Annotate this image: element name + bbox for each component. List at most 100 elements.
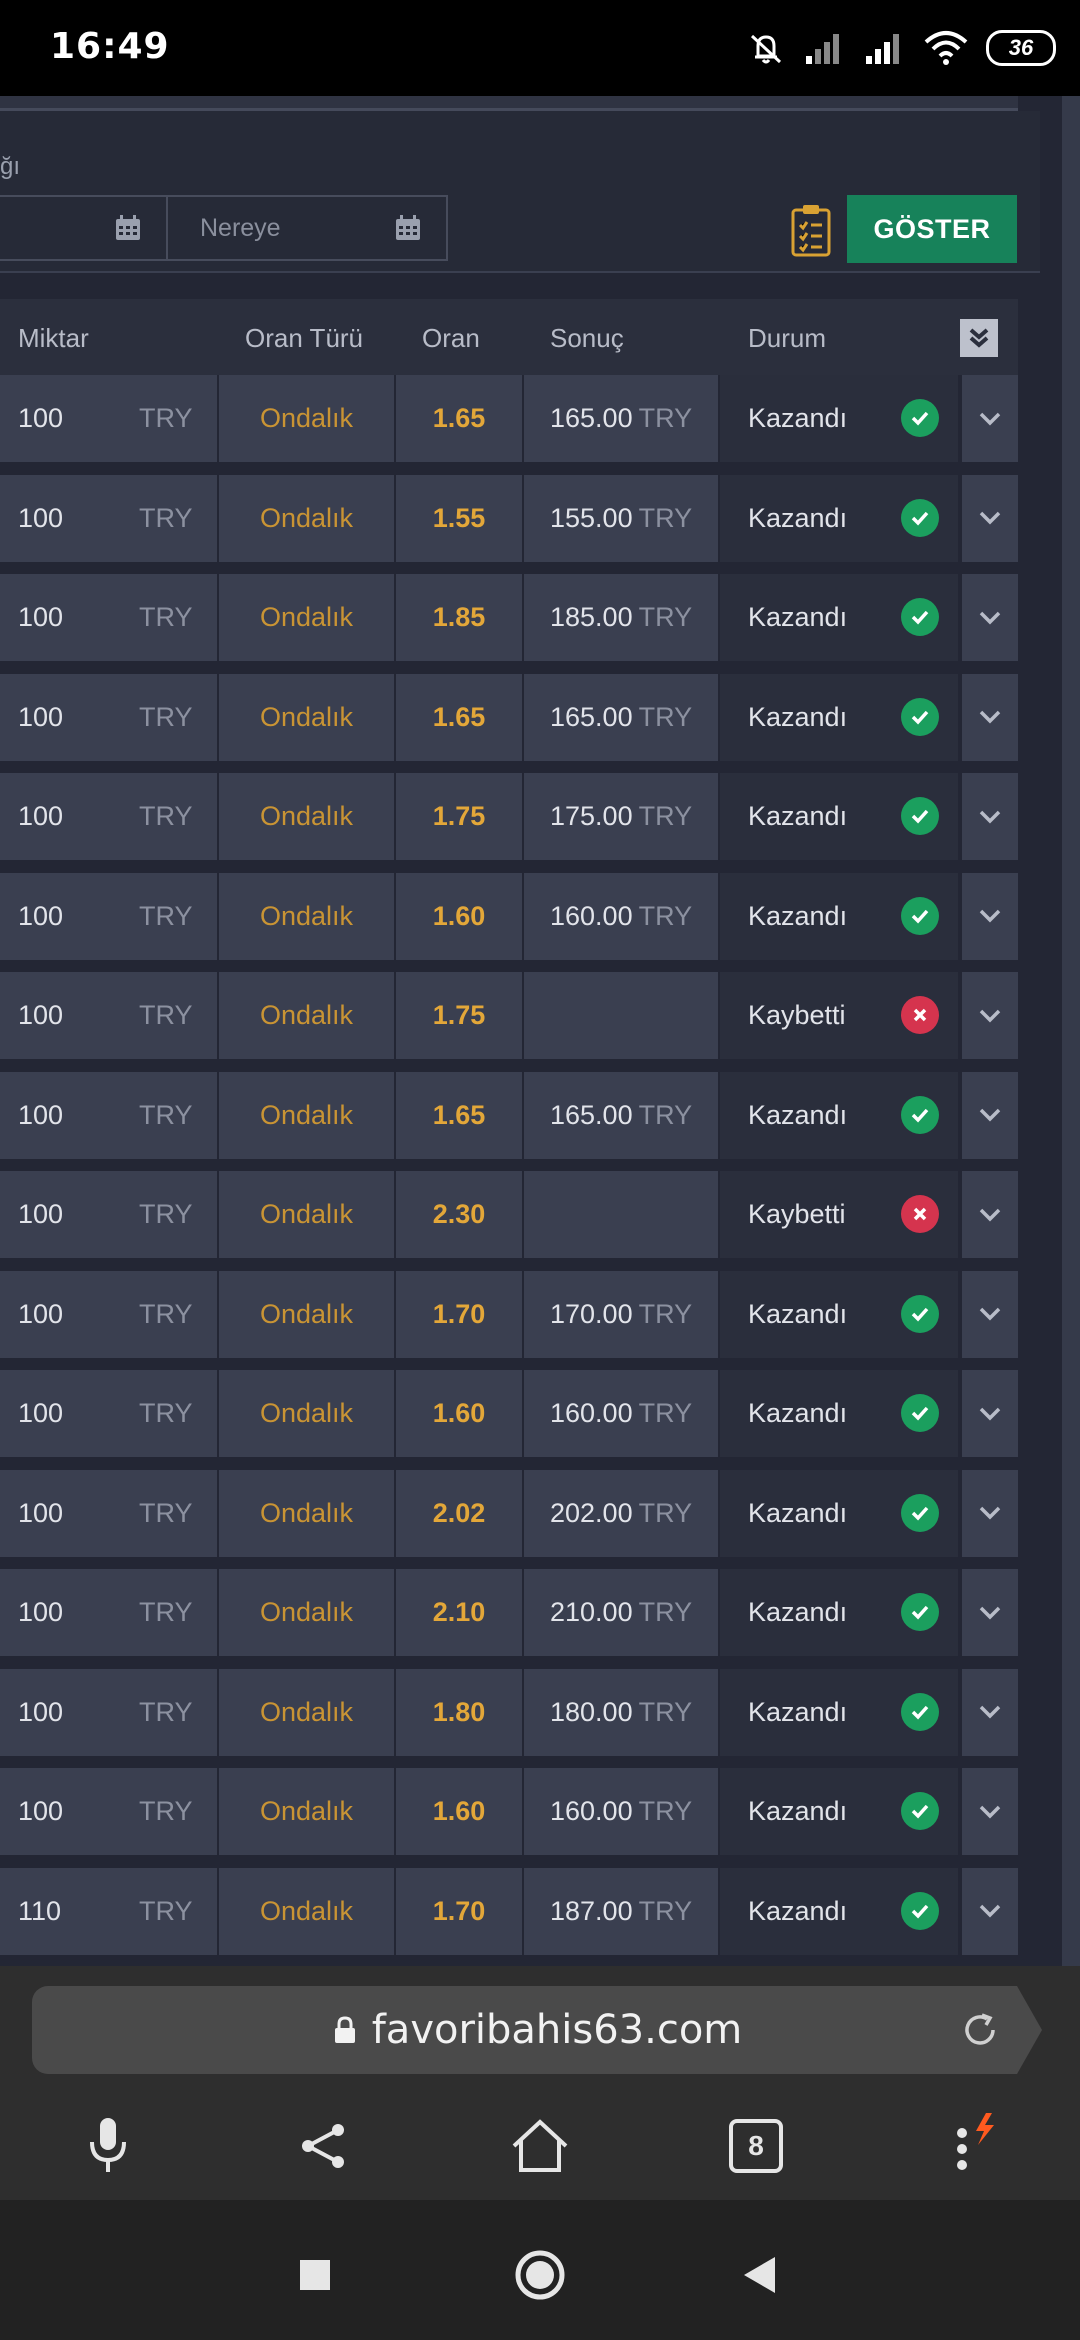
x-circle-icon <box>901 996 939 1034</box>
expand-row-button[interactable] <box>962 872 1018 960</box>
amount-cell: 100 TRY <box>0 1768 217 1855</box>
result-value: 160.00 <box>550 900 633 931</box>
reload-icon[interactable] <box>960 2010 1000 2050</box>
expand-row-button[interactable] <box>962 1270 1018 1358</box>
amount-currency: TRY <box>139 1398 193 1428</box>
result-currency: TRY <box>638 602 693 632</box>
expand-row-button[interactable] <box>962 1569 1018 1656</box>
table-row[interactable]: 100 TRY Ondalık 1.65 165.00 TRY Kazandı <box>0 673 1018 761</box>
status-cell: Kazandı <box>720 773 960 860</box>
table-row[interactable]: 100 TRY Ondalık 2.30 Kaybetti <box>0 1171 1018 1258</box>
status-cell: Kazandı <box>720 1867 960 1955</box>
expand-row-button[interactable] <box>962 972 1018 1059</box>
odds-cell: 2.02 <box>396 1469 522 1557</box>
table-row[interactable]: 100 TRY Ondalık 1.60 160.00 TRY Kazandı <box>0 872 1018 960</box>
system-home-button[interactable] <box>505 2240 575 2310</box>
show-button[interactable]: GÖSTER <box>847 195 1017 263</box>
amount-cell: 100 TRY <box>0 375 217 462</box>
table-row[interactable]: 100 TRY Ondalık 1.85 185.00 TRY Kazandı <box>0 574 1018 661</box>
status-cell: Kaybetti <box>720 1171 960 1258</box>
recent-apps-button[interactable] <box>280 2240 350 2310</box>
chevron-down-icon <box>979 1208 1001 1221</box>
result-cell: 175.00 TRY <box>524 773 718 860</box>
status-text: Kazandı <box>748 1099 848 1130</box>
table-row[interactable]: 100 TRY Ondalık 2.02 202.00 TRY Kazandı <box>0 1469 1018 1557</box>
filter-label: ğı <box>0 153 21 180</box>
odds-type-cell: Ondalık <box>219 1469 394 1557</box>
amount-cell: 100 TRY <box>0 1370 217 1457</box>
table-row[interactable]: 100 TRY Ondalık 1.60 160.00 TRY Kazandı <box>0 1768 1018 1855</box>
amount-currency: TRY <box>139 1298 193 1329</box>
result-currency: TRY <box>638 1796 693 1826</box>
odds-cell: 1.65 <box>396 673 522 761</box>
chevron-down-icon <box>979 1506 1001 1520</box>
calendar-icon[interactable] <box>394 214 422 242</box>
table-row[interactable]: 100 TRY Ondalık 1.75 Kaybetti <box>0 972 1018 1059</box>
table-body: 100 TRY Ondalık 1.65 165.00 TRY Kazandı 100 TRY O… <box>0 375 1018 1955</box>
chevron-down-icon <box>979 412 1001 425</box>
expand-row-button[interactable] <box>962 574 1018 661</box>
amount-value: 100 <box>18 1497 64 1528</box>
status-cell: Kazandı <box>720 574 960 661</box>
to-date-field[interactable]: Nereye <box>166 195 448 261</box>
table-row[interactable]: 100 TRY Ondalık 2.10 210.00 TRY Kazandı <box>0 1569 1018 1656</box>
table-row[interactable]: 110 TRY Ondalık 1.70 187.00 TRY Kazandı <box>0 1867 1018 1955</box>
expand-row-button[interactable] <box>962 474 1018 562</box>
status-cell: Kazandı <box>720 1270 960 1358</box>
home-button[interactable] <box>500 2106 580 2186</box>
expand-row-button[interactable] <box>962 1668 1018 1756</box>
chevron-down-icon <box>979 1705 1001 1719</box>
page-scrollbar[interactable] <box>1062 96 1080 1966</box>
table-row[interactable]: 100 TRY Ondalık 1.65 165.00 TRY Kazandı <box>0 375 1018 462</box>
status-icons: 36 <box>746 22 1056 74</box>
table-row[interactable]: 100 TRY Ondalık 1.55 155.00 TRY Kazandı <box>0 474 1018 562</box>
tabs-button[interactable]: 8 <box>716 2106 796 2186</box>
odds-type-cell: Ondalık <box>219 1768 394 1855</box>
amount-cell: 100 TRY <box>0 673 217 761</box>
odds-type-cell: Ondalık <box>219 773 394 860</box>
expand-row-button[interactable] <box>962 1071 1018 1159</box>
chevron-down-icon <box>979 909 1001 923</box>
result-cell: 160.00 TRY <box>524 872 718 960</box>
odds-type-cell: Ondalık <box>219 872 394 960</box>
status-text: Kazandı <box>748 502 848 533</box>
expand-row-button[interactable] <box>962 375 1018 462</box>
clipboard-icon[interactable] <box>790 203 832 257</box>
status-text: Kazandı <box>748 1497 848 1528</box>
amount-cell: 100 TRY <box>0 972 217 1059</box>
browser-toolbar: favoribahis63.com 8 <box>0 1966 1080 2200</box>
result-cell: 165.00 TRY <box>524 1071 718 1159</box>
battery-indicator: 36 <box>986 30 1056 66</box>
expand-row-button[interactable] <box>962 1469 1018 1557</box>
odds-cell: 1.60 <box>396 872 522 960</box>
table-row[interactable]: 100 TRY Ondalık 1.75 175.00 TRY Kazandı <box>0 773 1018 860</box>
from-date-field[interactable] <box>0 195 168 261</box>
odds-type-cell: Ondalık <box>219 673 394 761</box>
result-value: 180.00 <box>550 1696 633 1727</box>
share-button[interactable] <box>284 2106 364 2186</box>
collapse-all-button[interactable] <box>960 319 998 357</box>
check-circle-icon <box>901 1692 939 1731</box>
amount-value: 100 <box>18 801 64 831</box>
menu-button[interactable] <box>932 2106 1012 2186</box>
address-bar[interactable]: favoribahis63.com <box>32 1986 1042 2074</box>
header-result: Sonuç <box>550 323 624 353</box>
table-row[interactable]: 100 TRY Ondalık 1.70 170.00 TRY Kazandı <box>0 1270 1018 1358</box>
expand-row-button[interactable] <box>962 1171 1018 1258</box>
expand-row-button[interactable] <box>962 1867 1018 1955</box>
odds-type-cell: Ondalık <box>219 1370 394 1457</box>
calendar-icon[interactable] <box>114 214 142 242</box>
voice-search-button[interactable] <box>68 2106 148 2186</box>
to-date-placeholder: Nereye <box>200 213 281 242</box>
table-row[interactable]: 100 TRY Ondalık 1.65 165.00 TRY Kazandı <box>0 1071 1018 1159</box>
expand-row-button[interactable] <box>962 1768 1018 1855</box>
table-row[interactable]: 100 TRY Ondalık 1.80 180.00 TRY Kazandı <box>0 1668 1018 1756</box>
expand-row-button[interactable] <box>962 1370 1018 1457</box>
table-row[interactable]: 100 TRY Ondalık 1.60 160.00 TRY Kazandı <box>0 1370 1018 1457</box>
signal-2-icon <box>866 34 899 64</box>
amount-cell: 100 TRY <box>0 1668 217 1756</box>
odds-cell: 1.60 <box>396 1370 522 1457</box>
expand-row-button[interactable] <box>962 773 1018 860</box>
expand-row-button[interactable] <box>962 673 1018 761</box>
back-button[interactable] <box>725 2240 795 2310</box>
